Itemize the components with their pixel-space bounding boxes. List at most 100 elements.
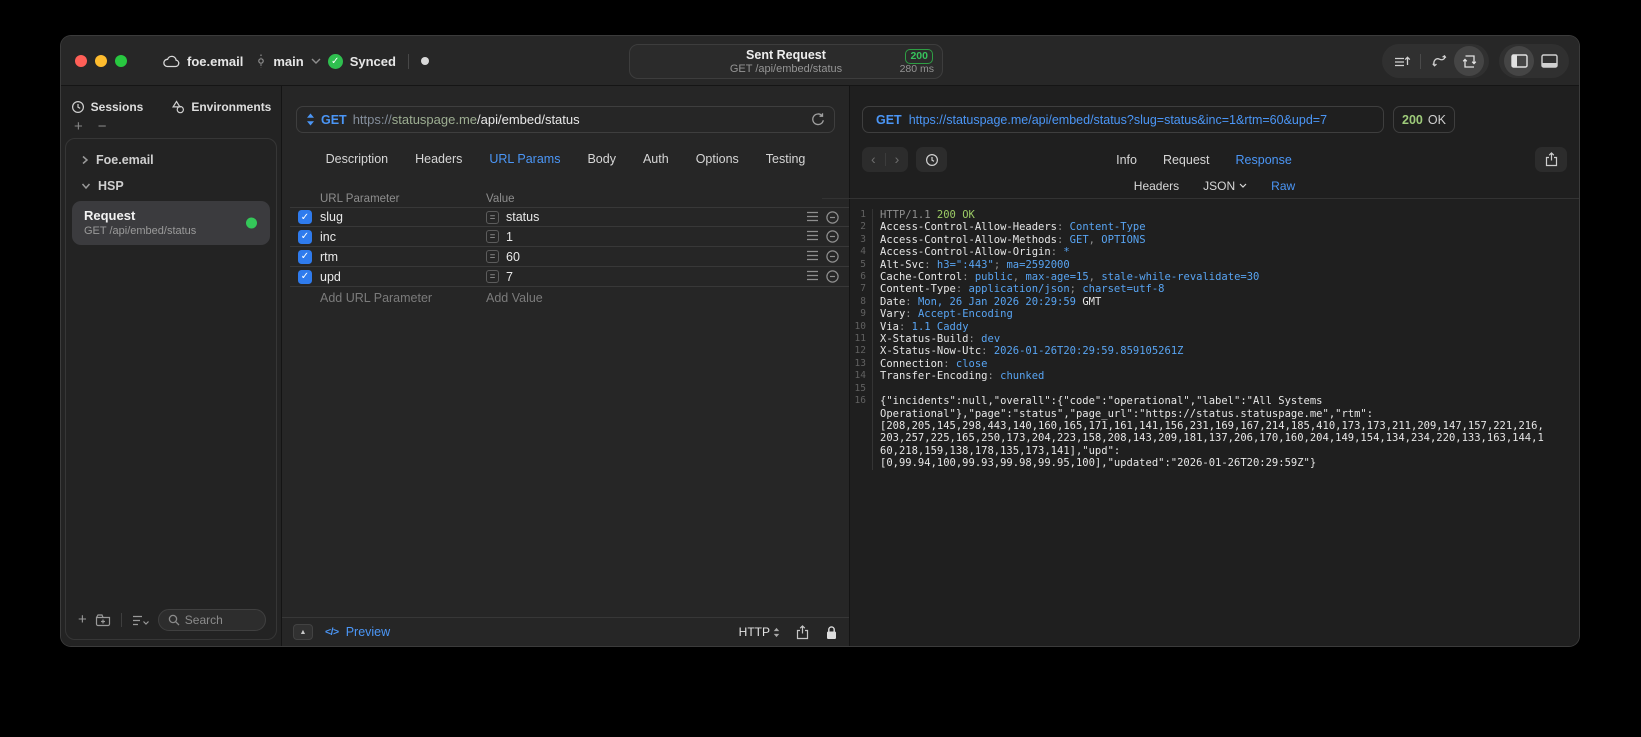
project-name[interactable]: foe.email: [187, 54, 243, 69]
tab-body[interactable]: Body: [587, 152, 616, 166]
param-checkbox[interactable]: ✓: [298, 249, 312, 264]
param-name-input[interactable]: upd: [320, 270, 486, 284]
method-stepper-icon[interactable]: [306, 113, 315, 126]
line-text: Content-Type: application/json; charset=…: [880, 283, 1165, 296]
sent-url-display[interactable]: GET https://statuspage.me/api/embed/stat…: [862, 106, 1384, 133]
resp-subtab-raw[interactable]: Raw: [1271, 179, 1295, 193]
request-response-cycle-icon[interactable]: [1454, 46, 1484, 76]
reorder-handle-icon[interactable]: [806, 211, 819, 222]
request-list-icon[interactable]: [1387, 46, 1417, 76]
param-name-input[interactable]: slug: [320, 210, 486, 224]
sidebar-search-input[interactable]: Search: [157, 609, 266, 631]
params-header-row: URL Parameter Value: [290, 191, 849, 207]
line-text: [0,99.94,100,99.93,99.98,99.95,100],"upd…: [880, 457, 1317, 470]
preview-button[interactable]: </> Preview: [325, 625, 390, 639]
reorder-handle-icon[interactable]: [806, 270, 819, 281]
flow-icon[interactable]: [1424, 46, 1454, 76]
reorder-handle-icon[interactable]: [806, 230, 819, 241]
add-session-button[interactable]: +: [74, 119, 83, 134]
protocol-selector[interactable]: HTTP: [739, 625, 780, 639]
tab-auth[interactable]: Auth: [643, 152, 669, 166]
code-line: 1 HTTP/1.1 200 OK: [850, 209, 1579, 222]
history-icon: [71, 100, 84, 114]
close-window-button[interactable]: [75, 55, 87, 67]
zoom-window-button[interactable]: [115, 55, 127, 67]
param-name-input[interactable]: inc: [320, 230, 486, 244]
sidebar-item-request[interactable]: Request GET /api/embed/status: [72, 201, 270, 245]
add-request-button[interactable]: +: [78, 612, 87, 627]
param-row: ✓ upd = 7: [290, 267, 849, 287]
code-line: 10 Via: 1.1 Caddy: [850, 320, 1579, 334]
sync-status[interactable]: Synced: [350, 54, 396, 69]
request-url-bar[interactable]: GET https://statuspage.me/api/embed/stat…: [296, 106, 835, 133]
remove-session-button[interactable]: −: [98, 119, 107, 134]
tab-sessions[interactable]: Sessions: [71, 100, 144, 114]
line-text: [873, 383, 880, 395]
add-param-name-input[interactable]: Add URL Parameter: [320, 291, 486, 305]
resp-tab-info[interactable]: Info: [1116, 153, 1137, 167]
raw-response-view[interactable]: 1 HTTP/1.1 200 OK 2 Access-Control-Allow-He…: [850, 199, 1579, 646]
tab-sessions-label: Sessions: [90, 100, 144, 114]
param-value-input[interactable]: 1: [506, 230, 513, 244]
code-line: 5 Alt-Svc: h3=":443"; ma=2592000: [850, 258, 1579, 272]
remove-param-icon[interactable]: [826, 230, 839, 243]
summary-status-badge: 200: [905, 49, 933, 64]
remove-param-icon[interactable]: [826, 270, 839, 283]
sent-request-summary[interactable]: Sent Request GET /api/embed/status 200 2…: [629, 44, 943, 79]
branch-name[interactable]: main: [273, 54, 303, 69]
tree-group-foe-email[interactable]: Foe.email: [66, 147, 276, 173]
toggle-bottom-panel-icon[interactable]: [1534, 46, 1564, 76]
resend-request-icon[interactable]: [811, 112, 825, 127]
param-value-cell: = 7: [486, 270, 797, 284]
titlebar-divider: [407, 53, 409, 69]
line-text: HTTP/1.1 200 OK: [880, 209, 975, 221]
chevron-down-icon: [311, 58, 321, 64]
tab-options[interactable]: Options: [696, 152, 739, 166]
tab-environments[interactable]: Environments: [171, 100, 271, 114]
expand-panel-button[interactable]: ▲: [293, 624, 313, 640]
param-value-input[interactable]: 60: [506, 250, 520, 264]
response-panel: GET https://statuspage.me/api/embed/stat…: [822, 86, 1579, 646]
remove-param-icon[interactable]: [826, 250, 839, 263]
tree-group-hsp[interactable]: HSP: [66, 173, 276, 199]
minimize-window-button[interactable]: [95, 55, 107, 67]
add-param-value-input[interactable]: Add Value: [486, 291, 797, 305]
resp-subtab-headers[interactable]: Headers: [1134, 179, 1179, 193]
tab-url-params[interactable]: URL Params: [489, 152, 560, 166]
resp-subtab-json-dropdown[interactable]: JSON: [1203, 179, 1247, 193]
param-checkbox[interactable]: ✓: [298, 229, 312, 244]
param-value-input[interactable]: 7: [506, 270, 513, 284]
history-button[interactable]: [916, 147, 948, 172]
param-name-input[interactable]: rtm: [320, 250, 486, 264]
export-response-button[interactable]: [1535, 147, 1567, 172]
tab-description[interactable]: Description: [326, 152, 389, 166]
tab-testing[interactable]: Testing: [766, 152, 806, 166]
forward-button[interactable]: ›: [886, 148, 909, 171]
column-value: Value: [486, 193, 515, 205]
sort-filter-icon[interactable]: [132, 614, 150, 627]
param-value-input[interactable]: status: [506, 210, 539, 224]
reorder-handle-icon[interactable]: [806, 250, 819, 261]
resp-tab-response[interactable]: Response: [1236, 153, 1292, 167]
status-code: 200: [1402, 112, 1423, 127]
protocol-label: HTTP: [738, 625, 770, 639]
url-path: /api/embed/status: [477, 112, 580, 127]
chevron-down-icon: [81, 183, 91, 190]
remove-param-icon[interactable]: [826, 210, 839, 224]
request-tabs: Description Headers URL Params Body Auth…: [282, 146, 849, 171]
param-checkbox[interactable]: ✓: [298, 210, 312, 224]
share-request-icon[interactable]: [796, 624, 809, 640]
back-button[interactable]: ‹: [862, 148, 885, 171]
resp-tab-request[interactable]: Request: [1163, 153, 1210, 167]
lock-icon[interactable]: [825, 625, 838, 640]
param-checkbox[interactable]: ✓: [298, 269, 312, 284]
column-url-parameter: URL Parameter: [320, 193, 400, 205]
request-url[interactable]: https://statuspage.me/api/embed/status: [353, 112, 580, 127]
toggle-sidebar-icon[interactable]: [1504, 46, 1534, 76]
url-host: statuspage.me: [391, 112, 478, 127]
line-number: 12: [850, 345, 873, 358]
new-folder-icon[interactable]: [95, 613, 111, 627]
request-method[interactable]: GET: [321, 113, 347, 127]
tab-headers[interactable]: Headers: [415, 152, 462, 166]
tree-group-label: HSP: [98, 179, 124, 193]
